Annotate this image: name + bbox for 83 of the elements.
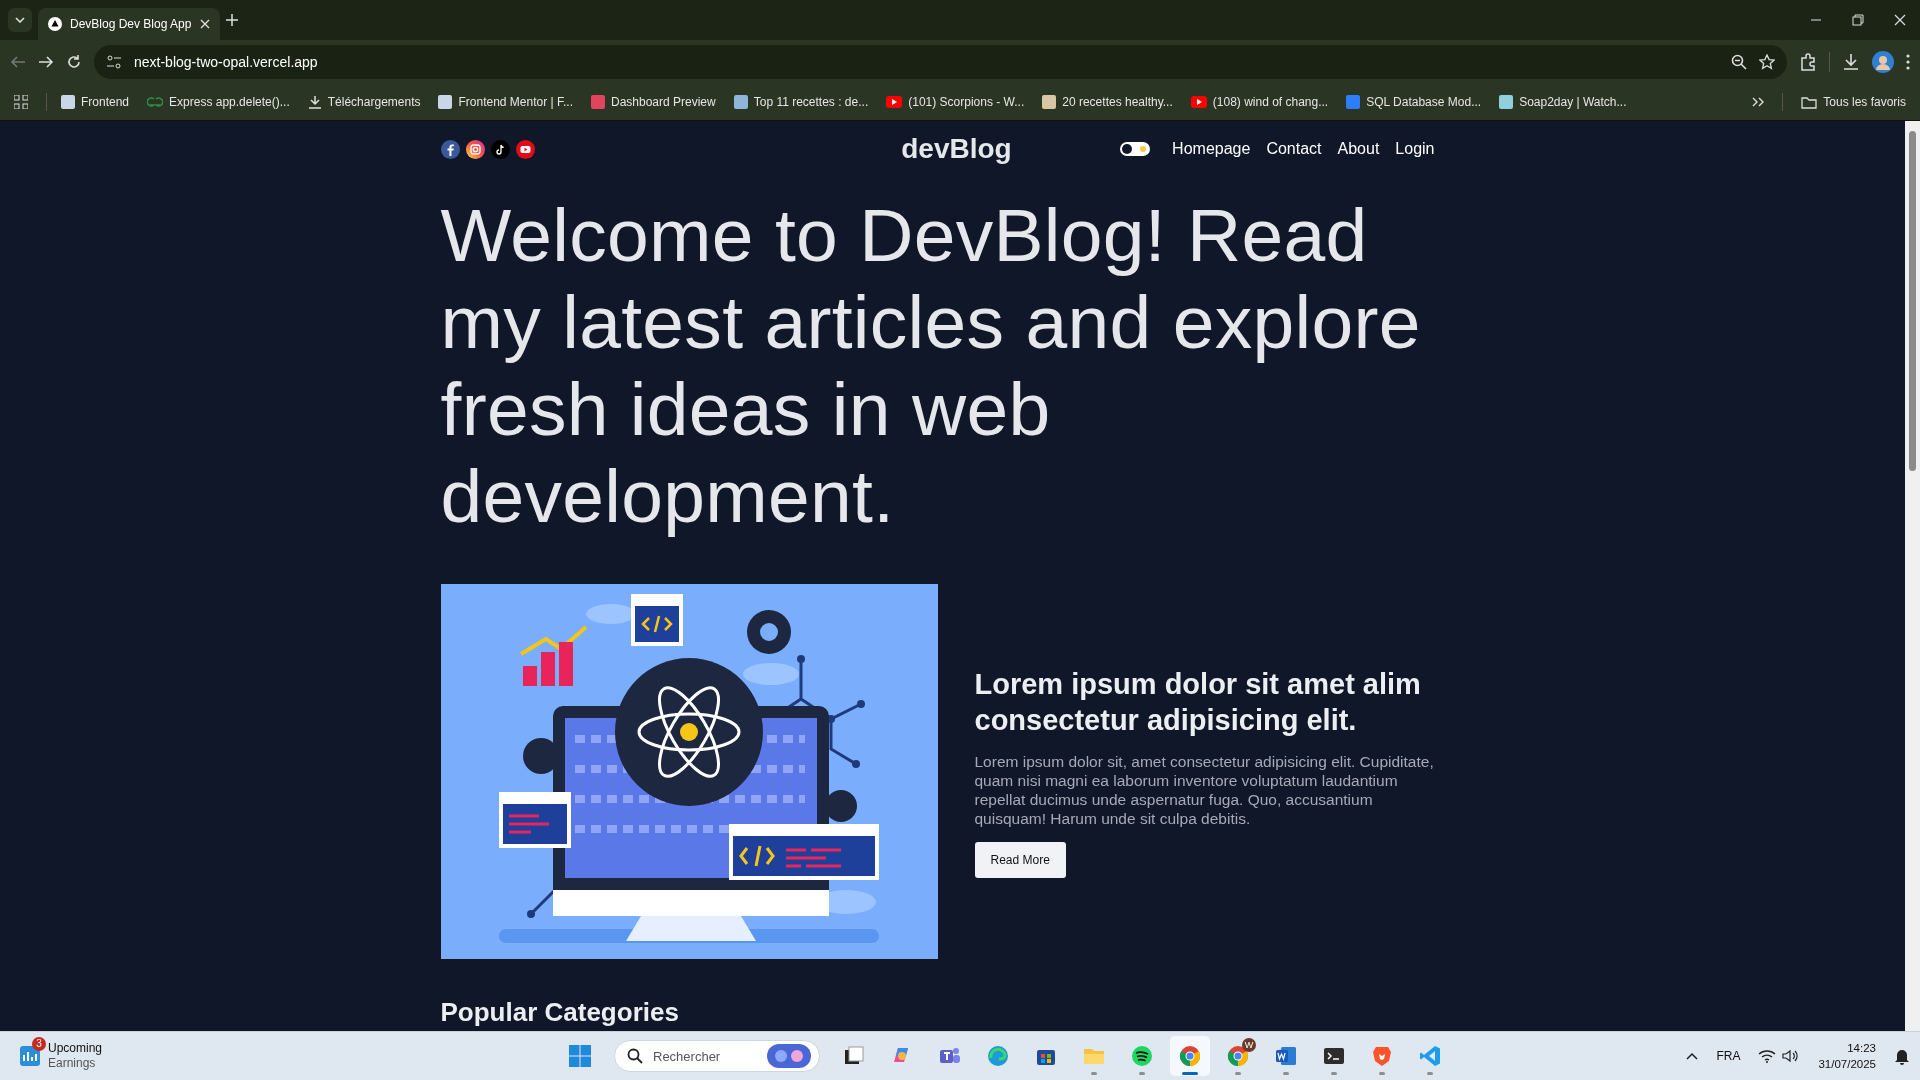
bookmark[interactable]: Frontend <box>61 95 130 109</box>
address-bar[interactable]: next-blog-two-opal.vercel.app <box>94 45 1787 79</box>
back-arrow-icon[interactable] <box>10 54 26 70</box>
document-w-icon <box>1274 1044 1298 1068</box>
favicon-icon <box>1042 95 1057 109</box>
taskbar-app[interactable]: W <box>1218 1036 1258 1076</box>
restore-icon[interactable] <box>1852 14 1864 26</box>
code-editor-icon <box>1418 1044 1442 1068</box>
decorative-banner-icon <box>767 1044 811 1068</box>
notification-badge: 3 <box>32 1037 46 1051</box>
plus-icon[interactable] <box>226 14 238 26</box>
apps-grid-icon[interactable] <box>14 95 28 109</box>
youtube-icon[interactable] <box>515 139 535 159</box>
bookmark[interactable]: Téléchargements <box>307 95 421 109</box>
triangle-logo-icon <box>48 17 62 31</box>
nav-link[interactable]: Contact <box>1266 140 1322 158</box>
close-icon[interactable] <box>1894 14 1906 26</box>
windows-logo-icon <box>569 1045 591 1067</box>
star-icon[interactable] <box>1759 54 1775 70</box>
profile-badge: W <box>1242 1038 1256 1052</box>
edge-icon <box>986 1044 1010 1068</box>
favicon-icon <box>438 95 453 109</box>
play-logo-icon <box>1190 96 1207 108</box>
read-more-button[interactable]: Read More <box>974 841 1066 878</box>
widget-subtitle: Earnings <box>48 1056 97 1071</box>
post-title: Lorem ipsum dolor sit amet alim consectetur adipisicing elit. <box>974 666 1422 738</box>
close-icon[interactable] <box>200 19 210 29</box>
chrome-icon <box>1178 1044 1202 1068</box>
zoom-icon[interactable] <box>1731 54 1747 70</box>
chevron-double-right-icon[interactable] <box>1752 97 1765 107</box>
more-menu-icon[interactable] <box>1906 54 1910 70</box>
search-field[interactable]: Rechercher <box>614 1040 820 1072</box>
all-bookmarks-folder[interactable]: Tous les favoris <box>1801 95 1906 109</box>
folder-icon <box>1801 95 1818 109</box>
favicon-icon <box>1346 95 1361 109</box>
browser-tab[interactable]: DevBlog Dev Blog App <box>38 8 220 40</box>
download-icon[interactable] <box>1842 53 1860 71</box>
language-indicator[interactable]: FRA <box>1716 1049 1741 1063</box>
site-settings-icon[interactable] <box>106 54 122 70</box>
chevron-up-icon[interactable] <box>1686 1052 1699 1060</box>
avatar-icon[interactable] <box>1872 51 1894 73</box>
nav-link[interactable]: Homepage <box>1172 140 1251 158</box>
favicon-icon <box>1499 95 1514 109</box>
favicon-icon <box>591 95 605 109</box>
clock[interactable]: 14:23 31/07/2025 <box>1818 1040 1876 1072</box>
hero-heading: Welcome to DevBlog! Read my latest articles and explore fresh ideas in web development. <box>440 192 1422 540</box>
scrollbar[interactable] <box>1905 121 1920 1031</box>
spotify-icon <box>1130 1044 1154 1068</box>
facebook-icon[interactable] <box>440 139 460 159</box>
bookmark[interactable]: Frontend Mentor | F... <box>438 95 573 109</box>
speaker-icon <box>1782 1049 1801 1063</box>
notification-bell-icon[interactable] <box>1894 1047 1910 1065</box>
bookmark[interactable]: 20 recettes healthy... <box>1042 95 1173 109</box>
post-excerpt: Lorem ipsum dolor sit, amet consectetur adipisicing elit. Cupiditate, quam nisi magni ea laborum inventore voluptatum laudantium repellat ducimus unde aspernatur fuga. Quo, accusantium quisquam! Harum unde sit culpa debitis. <box>974 751 1435 828</box>
bookmark[interactable]: (108) wind of chang... <box>1190 95 1329 109</box>
bookmark[interactable]: SQL Database Mod... <box>1346 95 1482 109</box>
wifi-icon <box>1758 1049 1777 1063</box>
favicon-icon <box>61 95 75 109</box>
forward-arrow-icon[interactable] <box>38 54 54 70</box>
bookmark[interactable]: Express app.delete()... <box>147 95 290 109</box>
bookmark[interactable]: Dashboard Preview <box>591 95 716 109</box>
double-g-logo-icon <box>147 97 164 107</box>
bookmark[interactable]: (101) Scorpions - W... <box>886 95 1025 109</box>
bookmark[interactable]: Soap2day | Watch... <box>1499 95 1627 109</box>
widget-title[interactable]: Upcoming <box>48 1041 103 1056</box>
favicon-icon <box>733 95 748 109</box>
nav-link[interactable]: About <box>1337 140 1380 158</box>
reload-icon[interactable] <box>66 54 82 70</box>
extensions-icon[interactable] <box>1799 53 1817 71</box>
theme-toggle[interactable] <box>1120 142 1151 156</box>
play-logo-icon <box>886 96 903 108</box>
nav-link[interactable]: Login <box>1395 140 1435 158</box>
network-volume-tray[interactable] <box>1758 1049 1801 1063</box>
tiktok-icon[interactable] <box>490 139 510 159</box>
chevron-down-icon[interactable] <box>15 17 25 23</box>
instagram-icon[interactable] <box>465 139 485 159</box>
lion-shield-icon <box>1370 1044 1394 1068</box>
chart-icon[interactable] <box>20 1046 40 1066</box>
download-icon <box>307 95 322 109</box>
site-logo[interactable]: devBlog <box>901 133 1012 165</box>
search-icon <box>627 1048 643 1064</box>
bookmark[interactable]: Top 11 recettes : de... <box>733 95 869 109</box>
section-heading: Popular Categories <box>440 997 680 1028</box>
